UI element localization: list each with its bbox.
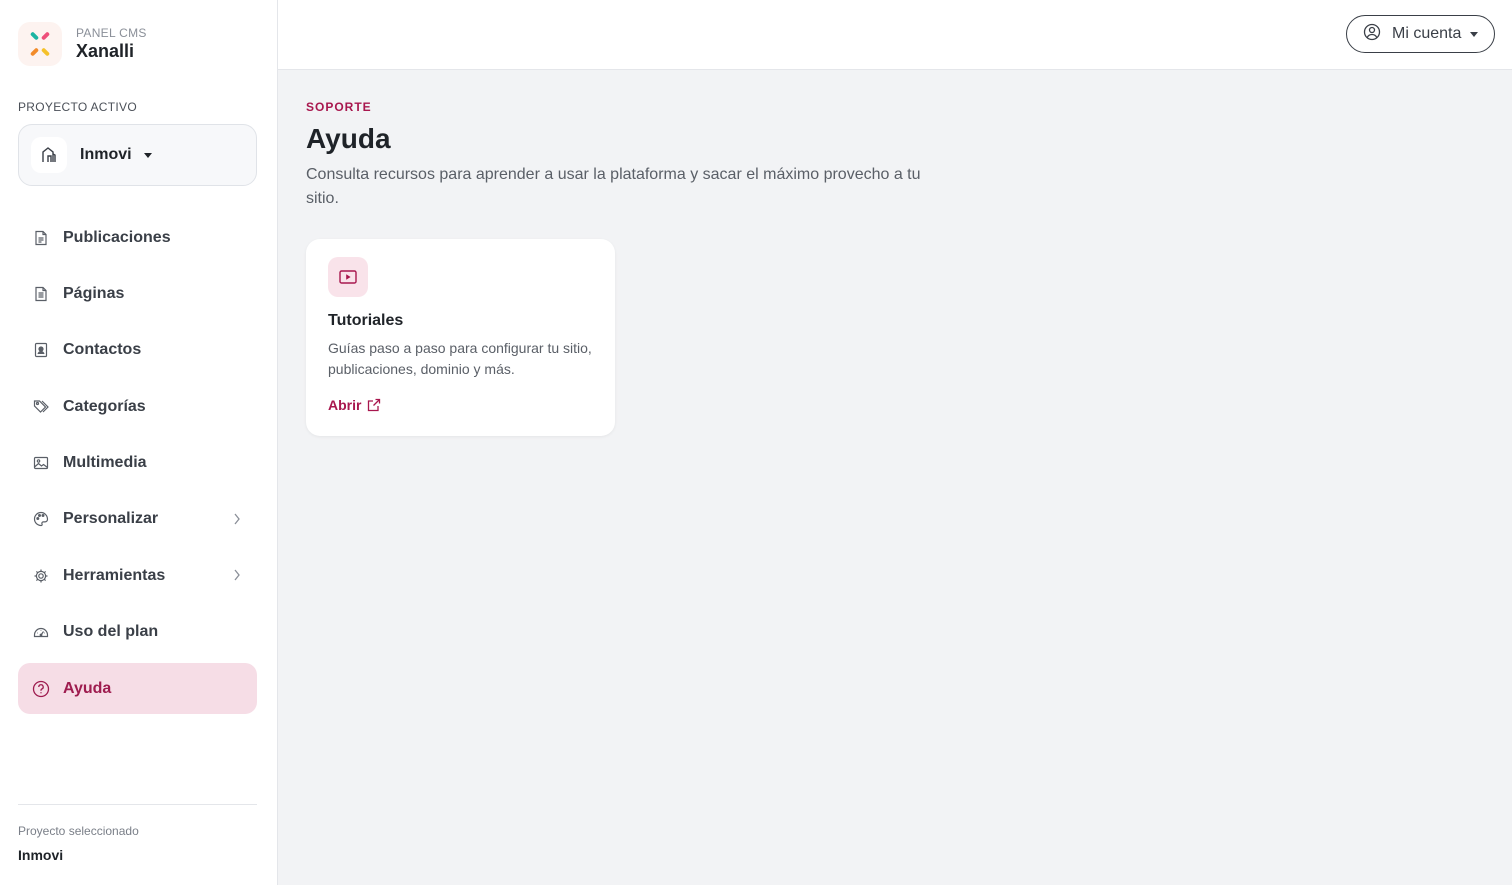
section-eyebrow: SOPORTE [306, 100, 372, 114]
topbar: Mi cuenta [278, 0, 1512, 70]
main-content: SOPORTE Ayuda Consulta recursos para apr… [306, 100, 1486, 436]
sidebar-nav: Publicaciones Páginas Contactos Categorí… [18, 212, 257, 720]
images-icon [32, 454, 50, 472]
document-icon [32, 229, 50, 247]
sidebar-item-categorias[interactable]: Categorías [18, 381, 257, 432]
project-name: Inmovi [80, 146, 132, 163]
play-video-icon [328, 257, 368, 297]
page-icon [32, 285, 50, 303]
sidebar-item-label: Categorías [63, 397, 146, 415]
external-link-icon [368, 398, 381, 412]
project-selector[interactable]: Inmovi [18, 124, 257, 186]
sidebar-item-label: Publicaciones [63, 228, 171, 246]
account-menu-button[interactable]: Mi cuenta [1346, 15, 1495, 53]
footer-caption: Proyecto seleccionado [18, 824, 139, 838]
sidebar-item-label: Personalizar [63, 510, 159, 528]
sidebar-item-label: Herramientas [63, 566, 166, 584]
sidebar-item-paginas[interactable]: Páginas [18, 268, 257, 319]
sidebar-item-label: Multimedia [63, 454, 147, 472]
brand-caption: PANEL CMS [76, 26, 147, 40]
user-circle-icon [1363, 23, 1381, 46]
sidebar-item-contactos[interactable]: Contactos [18, 325, 257, 376]
sidebar-item-personalizar[interactable]: Personalizar [18, 494, 257, 545]
sidebar: PANEL CMS Xanalli PROYECTO ACTIVO Inmovi… [0, 0, 278, 885]
gear-icon [32, 567, 50, 585]
contact-card-icon [32, 341, 50, 359]
footer-project-name: Inmovi [18, 847, 64, 863]
page-title: Ayuda [306, 123, 391, 154]
chevron-down-icon [1470, 31, 1479, 37]
card-link-label: Abrir [328, 397, 362, 413]
x-logo-icon [18, 22, 62, 66]
question-circle-icon [32, 680, 50, 698]
open-tutorials-link[interactable]: Abrir [328, 397, 381, 413]
sidebar-item-label: Ayuda [63, 679, 112, 697]
sidebar-item-uso-del-plan[interactable]: Uso del plan [18, 607, 257, 658]
tutorials-card: Tutoriales Guías paso a paso para config… [306, 239, 615, 436]
sidebar-item-herramientas[interactable]: Herramientas [18, 550, 257, 601]
chevron-right-icon [233, 568, 241, 586]
project-label: PROYECTO ACTIVO [18, 100, 137, 114]
sidebar-item-label: Páginas [63, 284, 125, 302]
sidebar-item-label: Uso del plan [63, 623, 159, 641]
speedometer-icon [32, 623, 50, 641]
tags-icon [32, 398, 50, 416]
card-description: Guías paso a paso para configurar tu sit… [328, 340, 592, 377]
brand-name: Xanalli [76, 41, 135, 61]
account-label: Mi cuenta [1392, 25, 1462, 42]
selected-project-footer: Proyecto seleccionado Inmovi [18, 804, 257, 863]
page-description: Consulta recursos para aprender a usar l… [306, 166, 921, 207]
chevron-right-icon [233, 512, 241, 530]
chevron-down-icon [143, 152, 152, 158]
palette-icon [32, 510, 50, 528]
sidebar-item-multimedia[interactable]: Multimedia [18, 438, 257, 489]
sidebar-item-publicaciones[interactable]: Publicaciones [18, 212, 257, 263]
house-icon [31, 137, 67, 173]
sidebar-item-ayuda[interactable]: Ayuda [18, 663, 257, 715]
brand[interactable]: PANEL CMS Xanalli [18, 22, 147, 66]
card-title: Tutoriales [328, 312, 404, 329]
sidebar-item-label: Contactos [63, 341, 142, 359]
